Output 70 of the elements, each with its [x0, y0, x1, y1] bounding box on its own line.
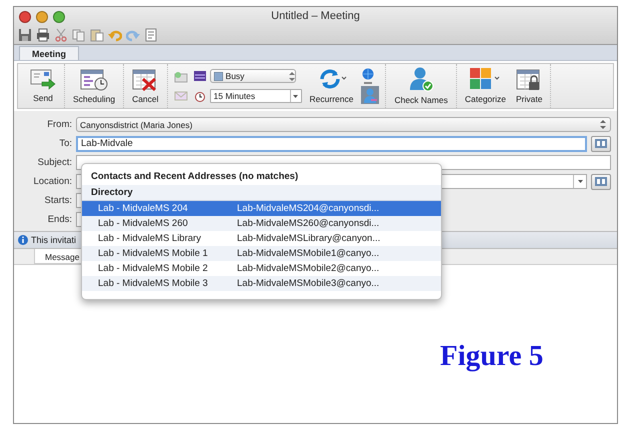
print-icon[interactable] [36, 28, 50, 42]
stepper-icon [288, 72, 295, 80]
contact-email: Lab-MidvaleMSMobile2@canyo... [237, 263, 380, 274]
contact-name: Lab - MidvaleMS 204 [98, 203, 189, 214]
contact-name: Lab - MidvaleMS Mobile 1 [98, 248, 209, 259]
figure-caption: Figure 5 [440, 340, 544, 372]
suggestion-item[interactable]: Lab - MidvaleMS Mobile 1 Lab-MidvaleMSMobile1@canyo... [82, 246, 441, 261]
suggestion-item[interactable]: Lab - MidvaleMS Mobile 2 Lab-MidvaleMSMobile2@canyo... [82, 261, 441, 276]
contact-name: Lab - MidvaleMS 260 [98, 218, 189, 229]
send-button[interactable]: Send [28, 66, 58, 106]
from-select[interactable]: Canyonsdistrict (Maria Jones) [76, 117, 611, 132]
to-field[interactable]: Lab-Midvale [76, 136, 587, 152]
calendar-clock-icon [80, 67, 108, 91]
suggestion-item[interactable]: Lab - MidvaleMS Mobile 3 Lab-MidvaleMSMobile3@canyo... [82, 276, 441, 291]
person-check-icon [408, 66, 434, 92]
caret-icon [293, 94, 298, 98]
contact-email: Lab-MidvaleMS260@canyonsdi... [237, 218, 380, 229]
color-squares-icon [469, 67, 502, 91]
globe-icon[interactable] [361, 68, 376, 84]
contact-email: Lab-MidvaleMSLibrary@canyon... [237, 233, 380, 244]
scheduling-button[interactable]: Scheduling [71, 65, 118, 107]
window-title: Untitled – Meeting [271, 10, 360, 22]
from-value: Canyonsdistrict (Maria Jones) [80, 120, 192, 130]
contact-email: Lab-MidvaleMSMobile1@canyo... [237, 248, 380, 259]
info-icon [18, 235, 28, 245]
contact-name: Lab - MidvaleMS Mobile 2 [98, 263, 209, 274]
field-label: Starts: [44, 195, 72, 206]
contact-email: Lab-MidvaleMSMobile3@canyo... [237, 278, 380, 289]
suggestion-item[interactable]: Lab - MidvaleMS 260 Lab-MidvaleMS260@canyonsdi... [82, 216, 441, 231]
field-label: Location: [32, 176, 72, 187]
show-as-select[interactable]: Busy [210, 69, 296, 83]
field-label: From: [46, 119, 72, 130]
contact-name: Lab - MidvaleMS Library [98, 233, 202, 244]
address-book-icon [595, 177, 607, 186]
calendar-lock-icon [516, 67, 542, 91]
save-icon[interactable] [18, 28, 32, 42]
alarm-clock-icon [194, 90, 206, 102]
zoom-button[interactable] [53, 10, 65, 22]
field-label: Ends: [46, 214, 72, 225]
status-bars-icon [194, 70, 206, 82]
reminder-select[interactable]: 15 Minutes [210, 89, 302, 103]
private-button[interactable]: Private [514, 65, 544, 107]
contact-email: Lab-MidvaleMS204@canyonsdi... [237, 203, 380, 214]
suggestion-item[interactable]: Lab - MidvaleMS 204 Lab-MidvaleMS204@canyonsdi... [82, 201, 441, 216]
address-book-icon [595, 139, 607, 148]
calendar-x-icon [132, 67, 158, 91]
paste-icon[interactable] [90, 28, 104, 42]
ribbon-tab[interactable]: Meeting [19, 46, 80, 60]
address-book-button[interactable] [591, 174, 611, 190]
suggestion-item[interactable]: Lab - MidvaleMS Library Lab-MidvaleMSLibrary@canyon... [82, 231, 441, 246]
field-label: Subject: [36, 157, 72, 168]
envelope-arrow-icon [30, 68, 56, 90]
popup-heading: Contacts and Recent Addresses (no matches) [91, 171, 298, 182]
form-icon[interactable] [144, 28, 158, 42]
person-icon[interactable] [361, 86, 380, 104]
directory-heading: Directory [82, 185, 441, 201]
info-text: This invitati [31, 235, 76, 245]
categorize-button[interactable]: Categorize [462, 65, 508, 107]
caret-icon [578, 180, 582, 183]
contact-name: Lab - MidvaleMS Mobile 3 [98, 278, 209, 289]
minimize-button[interactable] [36, 10, 48, 22]
envelope-plus-icon[interactable] [174, 71, 188, 83]
field-label: To: [58, 138, 72, 149]
address-book-button[interactable] [591, 136, 611, 152]
stepper-icon [600, 120, 606, 129]
cancel-button[interactable]: Cancel [130, 65, 161, 107]
close-button[interactable] [19, 10, 31, 22]
copy-icon[interactable] [72, 28, 86, 42]
recurrence-button[interactable]: Recurrence [308, 65, 356, 107]
check-names-button[interactable]: Check Names [392, 64, 450, 108]
